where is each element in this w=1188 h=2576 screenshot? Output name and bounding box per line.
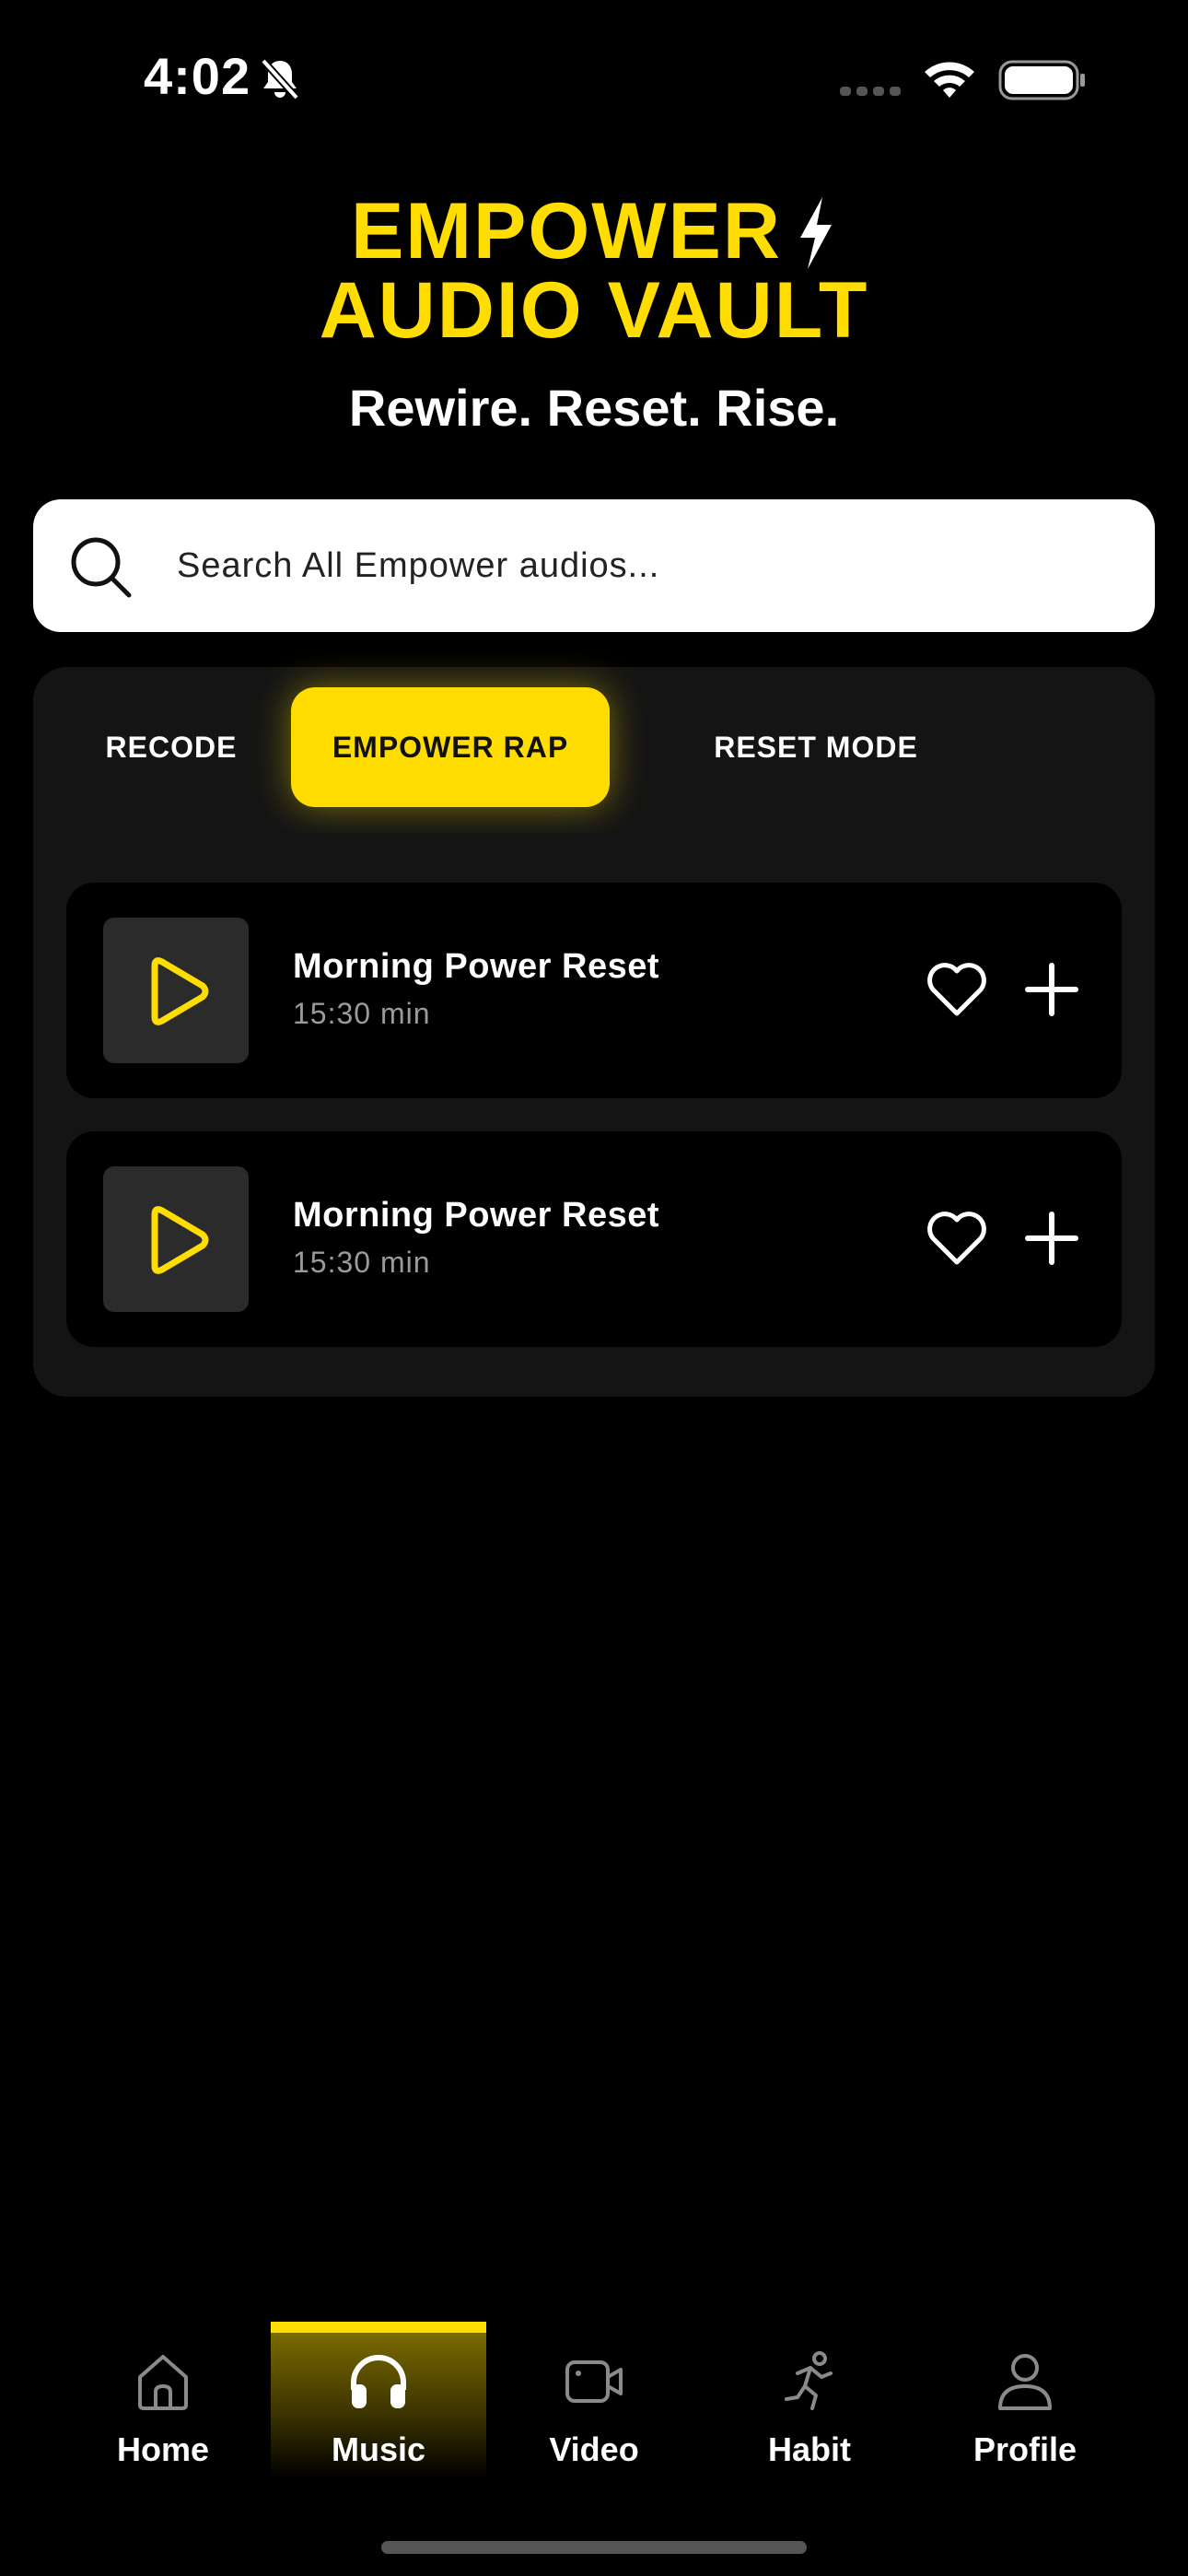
- nav-item-habit[interactable]: Habit: [702, 2322, 917, 2478]
- app-title: EMPOWER AUDIO VAULT: [0, 192, 1188, 350]
- running-person-icon: [785, 2351, 833, 2410]
- bell-slash-icon: [261, 58, 299, 100]
- nav-item-video[interactable]: Video: [486, 2322, 702, 2478]
- nav-label-video: Video: [549, 2430, 639, 2468]
- track-title: Morning Power Reset: [293, 1196, 659, 1235]
- search-bar[interactable]: [33, 499, 1155, 632]
- person-icon: [998, 2354, 1052, 2410]
- tab-recode[interactable]: RECODE: [52, 687, 291, 807]
- wifi-icon: [925, 62, 974, 98]
- track-thumbnail[interactable]: [103, 1166, 249, 1312]
- search-input[interactable]: [177, 536, 1116, 595]
- search-icon: [71, 537, 132, 598]
- play-icon[interactable]: [140, 1203, 214, 1277]
- app-screen: 4:02 EMPOWER AUDIO VAULT Rewire. Reset.: [0, 0, 1188, 2576]
- home-icon: [138, 2355, 188, 2410]
- video-camera-icon: [565, 2360, 623, 2403]
- status-bar: 4:02: [0, 0, 1188, 157]
- tab-reset-mode[interactable]: RESET MODE: [641, 687, 991, 807]
- track-title: Morning Power Reset: [293, 947, 659, 986]
- battery-icon: [998, 60, 1085, 100]
- title-line-1: EMPOWER: [351, 187, 782, 275]
- list-item[interactable]: Morning Power Reset 15:30 min: [66, 883, 1122, 1098]
- home-indicator: [381, 2541, 807, 2554]
- nav-label-profile: Profile: [973, 2430, 1077, 2468]
- nav-item-music[interactable]: Music: [271, 2322, 486, 2478]
- signal-icon: [840, 87, 901, 96]
- category-tabs: RECODE EMPOWER RAP RESET MODE: [33, 667, 1155, 833]
- headphones-icon: [351, 2355, 406, 2408]
- track-duration: 15:30 min: [293, 997, 431, 1030]
- plus-icon[interactable]: [1024, 962, 1079, 1017]
- nav-label-home: Home: [116, 2430, 210, 2468]
- heart-icon[interactable]: [925, 1209, 989, 1268]
- track-thumbnail[interactable]: [103, 918, 249, 1063]
- bottom-nav: Home Music Video Habit Profile: [0, 2322, 1188, 2506]
- title-line-2: AUDIO VAULT: [319, 266, 869, 355]
- heart-icon[interactable]: [925, 960, 989, 1019]
- play-icon[interactable]: [140, 954, 214, 1028]
- plus-icon[interactable]: [1024, 1211, 1079, 1266]
- subtitle: Rewire. Reset. Rise.: [348, 379, 840, 437]
- lightning-bolt-icon: [799, 197, 832, 269]
- track-list: Morning Power Reset 15:30 min Morning Po…: [33, 833, 1155, 1397]
- nav-label-music: Music: [331, 2430, 426, 2468]
- track-duration: 15:30 min: [293, 1246, 431, 1279]
- nav-label-habit: Habit: [768, 2430, 851, 2468]
- nav-item-home[interactable]: Home: [55, 2322, 271, 2478]
- status-time: 4:02: [144, 47, 251, 105]
- nav-item-profile[interactable]: Profile: [917, 2322, 1133, 2478]
- tab-empower-rap[interactable]: EMPOWER RAP: [291, 687, 610, 807]
- list-item[interactable]: Morning Power Reset 15:30 min: [66, 1131, 1122, 1347]
